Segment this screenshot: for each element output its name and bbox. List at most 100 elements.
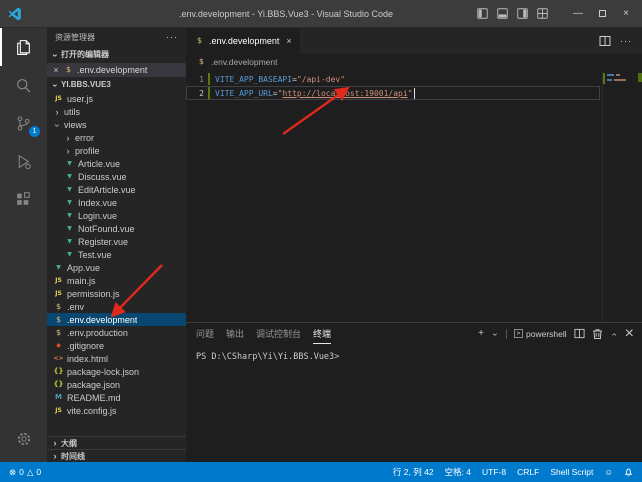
tree-item-main.js[interactable]: JSmain.js: [47, 274, 186, 287]
tree-item-views[interactable]: ›views: [47, 118, 186, 131]
error-count: 0: [19, 467, 24, 477]
tab-label: .env.development: [209, 36, 279, 46]
tree-item-.env[interactable]: $.env: [47, 300, 186, 313]
tree-item-Register.vue[interactable]: ▼Register.vue: [47, 235, 186, 248]
customize-layout-icon[interactable]: [532, 4, 552, 24]
breadcrumb-item[interactable]: .env.development: [211, 57, 277, 67]
panel-tab-debug-console[interactable]: 调试控制台: [256, 323, 301, 344]
project-header[interactable]: › YI.BBS.VUE3: [47, 77, 186, 92]
file-label: user.js: [67, 94, 93, 104]
close-window-button[interactable]: ×: [614, 3, 638, 25]
open-editors-header[interactable]: › 打开的编辑器: [47, 46, 186, 63]
panel-header: 问题输出调试控制台终端 + › > powershell ›: [186, 323, 642, 344]
activity-search[interactable]: [0, 66, 47, 104]
tree-item-.env.production[interactable]: $.env.production: [47, 326, 186, 339]
toggle-panel-icon[interactable]: [492, 4, 512, 24]
kill-terminal-trash-icon[interactable]: [592, 328, 603, 340]
activity-extensions[interactable]: [0, 180, 47, 218]
new-terminal-icon[interactable]: +: [478, 328, 484, 339]
tree-item-profile[interactable]: ›profile: [47, 144, 186, 157]
chevron-right-icon: ›: [53, 107, 61, 117]
tree-item-Login.vue[interactable]: ▼Login.vue: [47, 209, 186, 222]
timeline-section[interactable]: › 时间线: [47, 449, 186, 462]
maximize-panel-icon[interactable]: ›: [608, 330, 618, 338]
feedback-smiley-icon[interactable]: ☺: [604, 467, 613, 477]
status-language-mode[interactable]: Shell Script: [550, 467, 593, 477]
warning-icon: △: [27, 467, 34, 478]
tree-item-Article.vue[interactable]: ▼Article.vue: [47, 157, 186, 170]
tree-item-Discuss.vue[interactable]: ▼Discuss.vue: [47, 170, 186, 183]
activity-explorer[interactable]: [0, 28, 47, 66]
close-icon[interactable]: ×: [52, 65, 60, 75]
tree-item-utils[interactable]: ›utils: [47, 105, 186, 118]
project-label: YI.BBS.VUE3: [61, 80, 111, 89]
env-file-icon: $: [194, 37, 205, 45]
code-area[interactable]: 1VITE_APP_BASEAPI="/api-dev"2VITE_APP_UR…: [186, 70, 642, 322]
tab-bar: $ .env.development × ···: [186, 28, 642, 54]
tree-item-permission.js[interactable]: JSpermission.js: [47, 287, 186, 300]
maximize-button[interactable]: [590, 3, 614, 25]
activity-run-debug[interactable]: [0, 142, 47, 180]
toggle-secondary-sidebar-icon[interactable]: [512, 4, 532, 24]
tree-item-user.js[interactable]: JSuser.js: [47, 92, 186, 105]
tree-item-README.md[interactable]: MREADME.md: [47, 391, 186, 404]
tree-item-.env.development[interactable]: $.env.development: [47, 313, 186, 326]
toggle-sidebar-icon[interactable]: [472, 4, 492, 24]
panel-tab-terminal[interactable]: 终端: [313, 323, 331, 344]
run-debug-icon: [15, 153, 32, 170]
chevron-right-icon: ›: [51, 451, 59, 461]
string-token: "http://localhost:19001/api": [278, 89, 413, 98]
file-label: .gitignore: [67, 341, 104, 351]
breadcrumb[interactable]: $ .env.development: [186, 54, 642, 70]
tree-item-NotFound.vue[interactable]: ▼NotFound.vue: [47, 222, 186, 235]
panel-tab-output[interactable]: 输出: [226, 323, 244, 344]
git-added-indicator: [208, 73, 210, 85]
tab-env-development[interactable]: $ .env.development ×: [186, 28, 300, 54]
terminal-tab-powershell[interactable]: > powershell: [514, 329, 567, 339]
minimap[interactable]: [602, 70, 642, 322]
close-panel-icon[interactable]: ×: [625, 325, 634, 343]
problems-status[interactable]: ⊗ 0 △ 0: [9, 467, 41, 478]
overview-ruler-added-mark: [638, 73, 642, 82]
vue-file-icon: ▼: [64, 187, 75, 193]
tree-item-.gitignore[interactable]: ◆.gitignore: [47, 339, 186, 352]
status-eol[interactable]: CRLF: [517, 467, 539, 477]
tree-item-Index.vue[interactable]: ▼Index.vue: [47, 196, 186, 209]
git-file-icon: ◆: [53, 343, 64, 349]
status-encoding[interactable]: UTF-8: [482, 467, 506, 477]
tree-item-EditArticle.vue[interactable]: ▼EditArticle.vue: [47, 183, 186, 196]
code-line-2[interactable]: 2VITE_APP_URL="http://localhost:19001/ap…: [186, 86, 600, 100]
file-label: NotFound.vue: [78, 224, 135, 234]
tree-item-Test.vue[interactable]: ▼Test.vue: [47, 248, 186, 261]
editor-actions: ···: [599, 28, 642, 54]
terminal-picker-chevron-icon[interactable]: ›: [491, 330, 501, 338]
status-cursor-position[interactable]: 行 2, 列 42: [393, 466, 434, 478]
file-label: package-lock.json: [67, 367, 139, 377]
activity-source-control[interactable]: 1: [0, 104, 47, 142]
split-terminal-icon[interactable]: [574, 328, 585, 339]
terminal[interactable]: PS D:\CSharp\Yi\Yi.BBS.Vue3>: [186, 344, 642, 462]
panel-tab-problems[interactable]: 问题: [196, 323, 214, 344]
outline-section[interactable]: › 大纲: [47, 436, 186, 449]
terminal-prompt: PS D:\CSharp\Yi\Yi.BBS.Vue3>: [196, 352, 339, 362]
minimize-button[interactable]: —: [566, 3, 590, 25]
split-editor-icon[interactable]: [599, 35, 611, 47]
tree-item-error[interactable]: ›error: [47, 131, 186, 144]
notifications-bell-icon[interactable]: [624, 467, 633, 477]
tree-item-package-lock.json[interactable]: {}package-lock.json: [47, 365, 186, 378]
tree-item-vite.config.js[interactable]: JSvite.config.js: [47, 404, 186, 417]
status-right-items: 行 2, 列 42 空格: 4 UTF-8 CRLF Shell Script: [393, 466, 593, 478]
activity-settings[interactable]: [0, 420, 47, 458]
explorer-more-actions-icon[interactable]: ···: [166, 32, 178, 42]
tree-item-index.html[interactable]: <>index.html: [47, 352, 186, 365]
string-token: "/api-dev": [297, 75, 345, 84]
close-tab-icon[interactable]: ×: [286, 36, 291, 46]
status-indentation[interactable]: 空格: 4: [445, 466, 471, 478]
tree-item-App.vue[interactable]: ▼App.vue: [47, 261, 186, 274]
editor-more-actions-icon[interactable]: ···: [620, 36, 632, 46]
tree-item-package.json[interactable]: {}package.json: [47, 378, 186, 391]
file-label: utils: [64, 107, 80, 117]
open-editor-item[interactable]: × $ .env.development: [47, 63, 186, 77]
code-line-1[interactable]: 1VITE_APP_BASEAPI="/api-dev": [186, 72, 600, 86]
vue-file-icon: ▼: [64, 226, 75, 232]
